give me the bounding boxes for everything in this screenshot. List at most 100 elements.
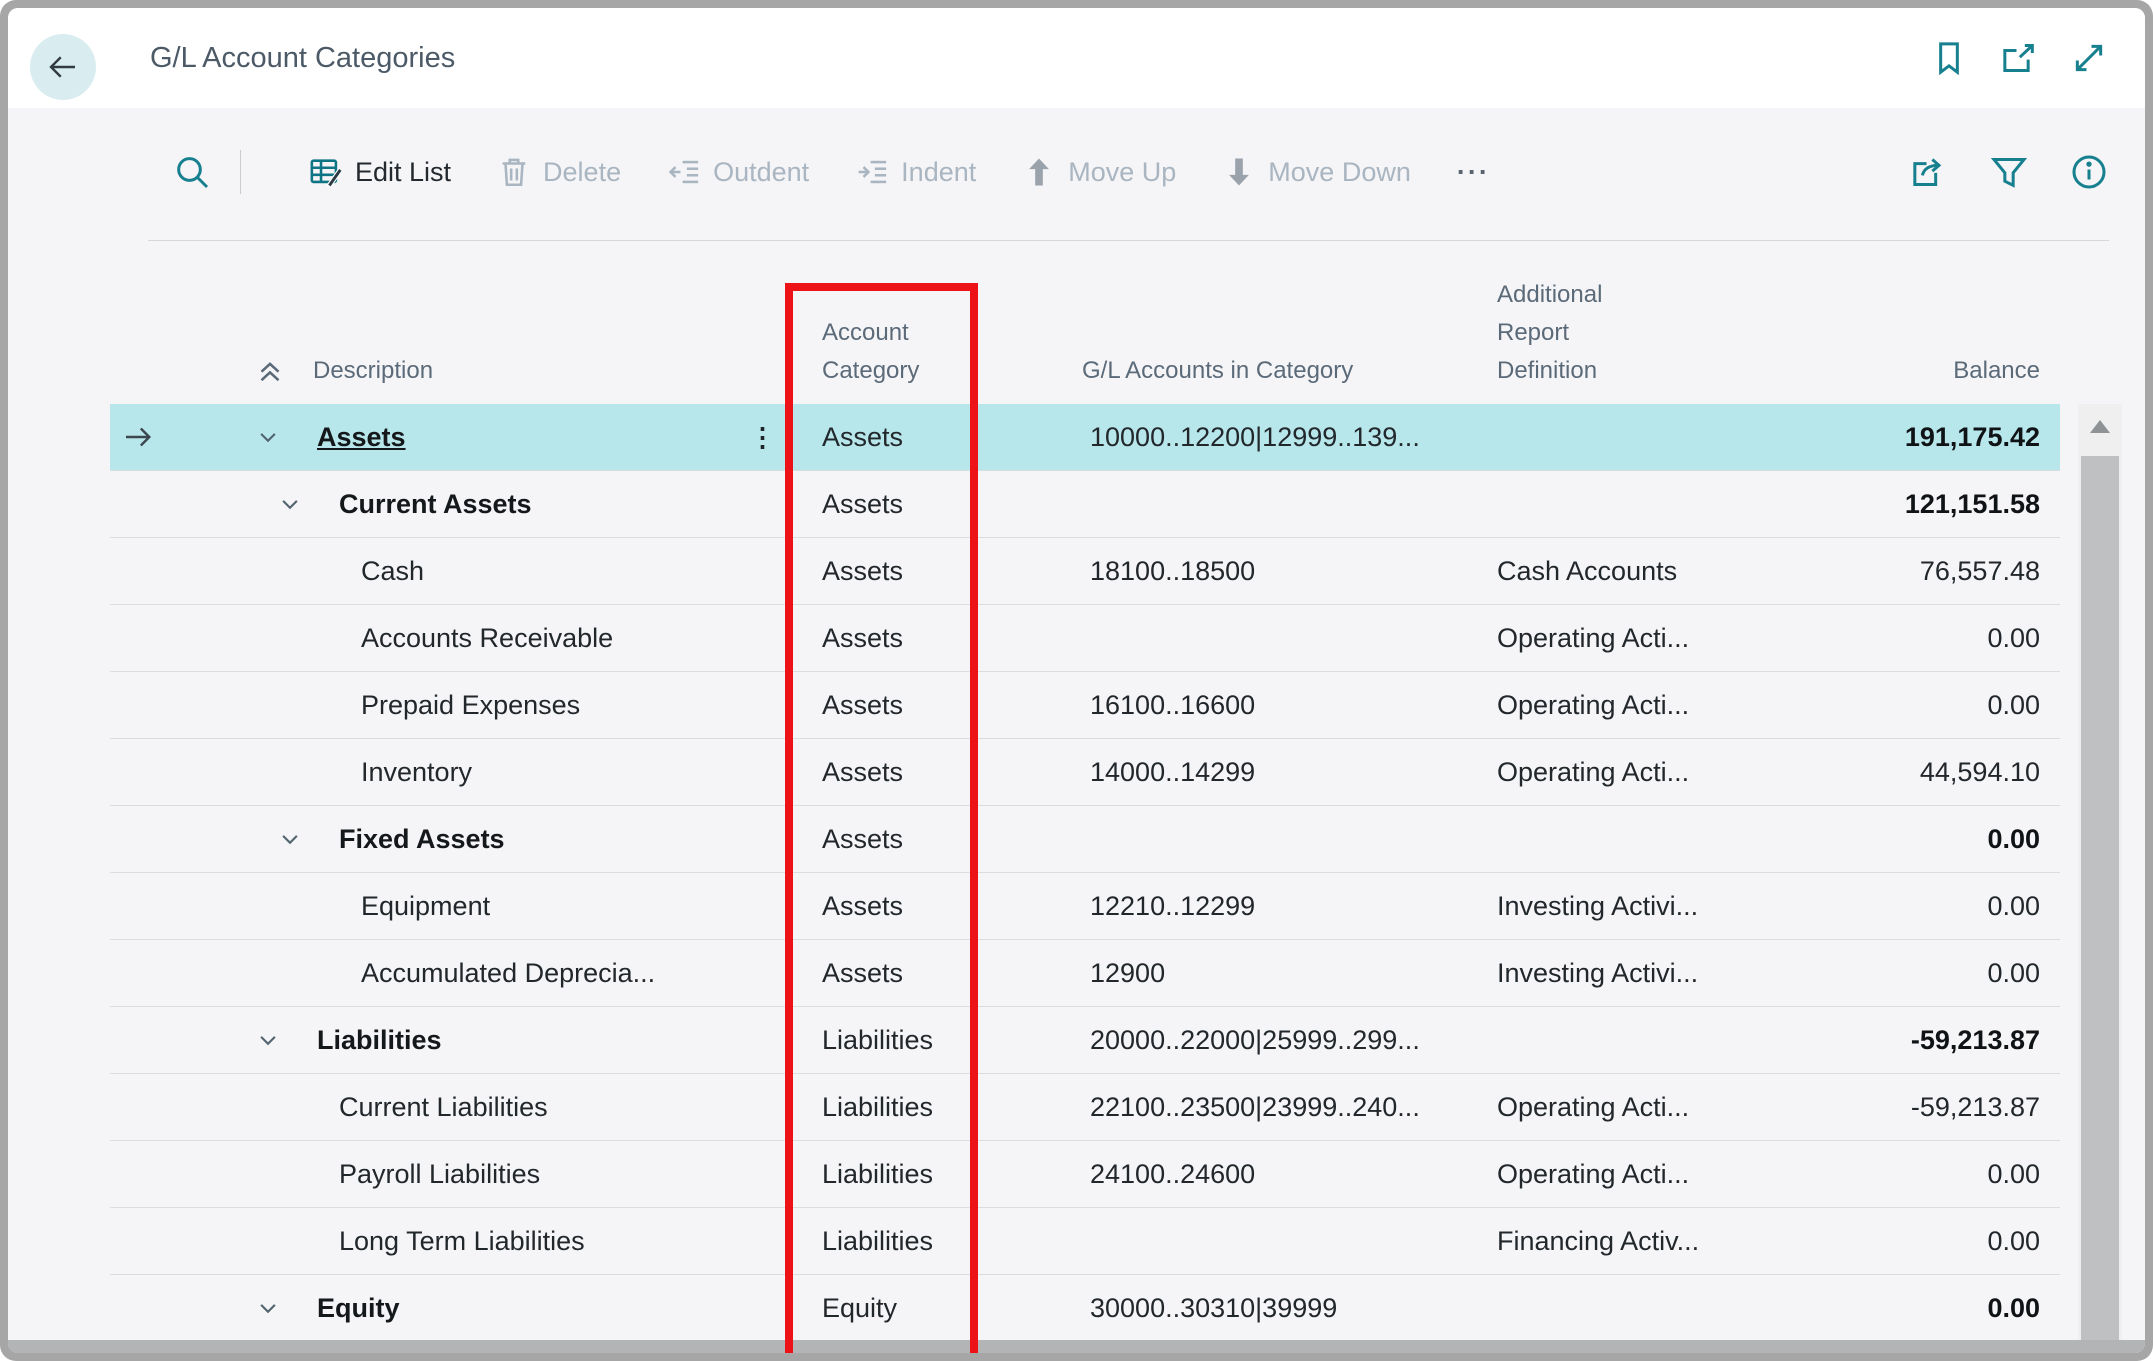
account-category-cell[interactable]: Assets bbox=[785, 690, 975, 721]
chevron-down-icon[interactable] bbox=[275, 824, 305, 854]
column-header-balance[interactable]: Balance bbox=[1790, 352, 2060, 404]
chevron-down-icon[interactable] bbox=[275, 489, 305, 519]
info-icon[interactable] bbox=[2069, 152, 2109, 192]
balance-cell[interactable]: 0.00 bbox=[1790, 1226, 2060, 1257]
account-category-cell[interactable]: Assets bbox=[785, 824, 975, 855]
toolbar-button-edit-list[interactable]: Edit List bbox=[309, 155, 451, 189]
toolbar-button-outdent[interactable]: Outdent bbox=[667, 155, 809, 189]
balance-cell[interactable]: 0.00 bbox=[1790, 891, 2060, 922]
scrollbar-thumb[interactable] bbox=[2081, 456, 2119, 1353]
report-definition-cell[interactable]: Financing Activ... bbox=[1460, 1226, 1790, 1257]
balance-cell[interactable]: -59,213.87 bbox=[1790, 1092, 2060, 1123]
gl-accounts-cell[interactable]: 24100..24600 bbox=[975, 1159, 1460, 1190]
description-cell[interactable]: Long Term Liabilities bbox=[165, 1224, 740, 1258]
description-cell[interactable]: Equity bbox=[165, 1291, 740, 1325]
table-row[interactable]: Prepaid Expenses Assets 16100..16600 Operat… bbox=[110, 672, 2060, 739]
filter-icon[interactable] bbox=[1989, 152, 2029, 192]
account-category-cell[interactable]: Assets bbox=[785, 623, 975, 654]
chevron-down-icon[interactable] bbox=[253, 1293, 283, 1323]
account-category-cell[interactable]: Assets bbox=[785, 422, 975, 453]
balance-cell[interactable]: 0.00 bbox=[1790, 1293, 2060, 1324]
share-icon[interactable] bbox=[1909, 152, 1949, 192]
gl-accounts-cell[interactable]: 22100..23500|23999..240... bbox=[975, 1092, 1460, 1123]
description-cell[interactable]: Current Assets bbox=[165, 487, 740, 521]
vertical-scrollbar[interactable] bbox=[2078, 404, 2122, 1353]
report-definition-cell[interactable]: Operating Acti... bbox=[1460, 1092, 1790, 1123]
description-cell[interactable]: Payroll Liabilities bbox=[165, 1157, 740, 1191]
report-definition-cell[interactable]: Operating Acti... bbox=[1460, 690, 1790, 721]
gl-accounts-cell[interactable]: 10000..12200|12999..139... bbox=[975, 422, 1460, 453]
gl-accounts-cell[interactable]: 16100..16600 bbox=[975, 690, 1460, 721]
balance-cell[interactable]: -59,213.87 bbox=[1790, 1025, 2060, 1056]
table-row[interactable]: Accounts Receivable Assets Operating Acti.… bbox=[110, 605, 2060, 672]
table-row[interactable]: Accumulated Deprecia... Assets 12900 Invest… bbox=[110, 940, 2060, 1007]
balance-cell[interactable]: 0.00 bbox=[1790, 623, 2060, 654]
open-in-new-window-icon[interactable] bbox=[1999, 38, 2039, 78]
balance-cell[interactable]: 121,151.58 bbox=[1790, 489, 2060, 520]
bookmark-icon[interactable] bbox=[1929, 38, 1969, 78]
balance-cell[interactable]: 0.00 bbox=[1790, 1159, 2060, 1190]
column-header-account-category[interactable]: Account Category bbox=[785, 314, 972, 404]
balance-cell[interactable]: 44,594.10 bbox=[1790, 757, 2060, 788]
description-cell[interactable]: Prepaid Expenses bbox=[165, 688, 740, 722]
description-cell[interactable]: Accounts Receivable bbox=[165, 621, 740, 655]
gl-accounts-cell[interactable]: 12210..12299 bbox=[975, 891, 1460, 922]
column-header-report-definition[interactable]: Additional Report Definition bbox=[1460, 276, 1657, 404]
table-row[interactable]: Assets ⋮ Assets 10000..12200|12999..139... 1… bbox=[110, 404, 2060, 471]
description-cell[interactable]: Equipment bbox=[165, 889, 740, 923]
search-icon[interactable] bbox=[172, 152, 212, 192]
table-row[interactable]: Inventory Assets 14000..14299 Operating Act… bbox=[110, 739, 2060, 806]
description-text[interactable]: Assets bbox=[317, 422, 406, 453]
gl-accounts-cell[interactable]: 20000..22000|25999..299... bbox=[975, 1025, 1460, 1056]
collapse-all-icon[interactable] bbox=[253, 354, 287, 388]
table-row[interactable]: Fixed Assets Assets 0.00 bbox=[110, 806, 2060, 873]
balance-cell[interactable]: 191,175.42 bbox=[1790, 422, 2060, 453]
table-row[interactable]: Current Assets Assets 121,151.58 bbox=[110, 471, 2060, 538]
account-category-cell[interactable]: Liabilities bbox=[785, 1092, 975, 1123]
back-button[interactable] bbox=[30, 34, 96, 100]
account-category-cell[interactable]: Assets bbox=[785, 489, 975, 520]
description-cell[interactable]: Assets bbox=[165, 420, 740, 454]
report-definition-cell[interactable]: Investing Activi... bbox=[1460, 958, 1790, 989]
gl-accounts-cell[interactable]: 14000..14299 bbox=[975, 757, 1460, 788]
toolbar-button-indent[interactable]: Indent bbox=[855, 155, 976, 189]
report-definition-cell[interactable]: Cash Accounts bbox=[1460, 556, 1790, 587]
toolbar-button-more-options[interactable]: ··· bbox=[1457, 157, 1490, 188]
account-category-cell[interactable]: Assets bbox=[785, 757, 975, 788]
chevron-down-icon[interactable] bbox=[253, 422, 283, 452]
scroll-up-arrow-icon[interactable] bbox=[2090, 420, 2110, 433]
description-cell[interactable]: Current Liabilities bbox=[165, 1090, 740, 1124]
toolbar-button-move-down[interactable]: Move Down bbox=[1222, 155, 1411, 189]
horizontal-scrollbar[interactable] bbox=[8, 1340, 2145, 1353]
table-row[interactable]: Payroll Liabilities Liabilities 24100..246… bbox=[110, 1141, 2060, 1208]
gl-accounts-cell[interactable]: 18100..18500 bbox=[975, 556, 1460, 587]
balance-cell[interactable]: 0.00 bbox=[1790, 824, 2060, 855]
account-category-cell[interactable]: Liabilities bbox=[785, 1159, 975, 1190]
description-cell[interactable]: Liabilities bbox=[165, 1023, 740, 1057]
description-cell[interactable]: Inventory bbox=[165, 755, 740, 789]
chevron-down-icon[interactable] bbox=[253, 1025, 283, 1055]
column-header-gl-accounts[interactable]: G/L Accounts in Category bbox=[975, 352, 1460, 404]
description-cell[interactable]: Accumulated Deprecia... bbox=[165, 956, 740, 990]
table-row[interactable]: Equipment Assets 12210..12299 Investing Act… bbox=[110, 873, 2060, 940]
table-row[interactable]: Current Liabilities Liabilities 22100..235… bbox=[110, 1074, 2060, 1141]
balance-cell[interactable]: 76,557.48 bbox=[1790, 556, 2060, 587]
report-definition-cell[interactable]: Investing Activi... bbox=[1460, 891, 1790, 922]
report-definition-cell[interactable]: Operating Acti... bbox=[1460, 1159, 1790, 1190]
table-row[interactable]: Cash Assets 18100..18500 Cash Accounts 76,55… bbox=[110, 538, 2060, 605]
column-header-description[interactable]: Description bbox=[165, 352, 740, 404]
balance-cell[interactable]: 0.00 bbox=[1790, 690, 2060, 721]
description-cell[interactable]: Cash bbox=[165, 554, 740, 588]
gl-accounts-cell[interactable]: 30000..30310|39999 bbox=[975, 1293, 1460, 1324]
account-category-cell[interactable]: Assets bbox=[785, 891, 975, 922]
gl-accounts-cell[interactable]: 12900 bbox=[975, 958, 1460, 989]
table-row[interactable]: Liabilities Liabilities 20000..22000|25999… bbox=[110, 1007, 2060, 1074]
report-definition-cell[interactable]: Operating Acti... bbox=[1460, 623, 1790, 654]
account-category-cell[interactable]: Liabilities bbox=[785, 1025, 975, 1056]
row-more-options-button[interactable]: ⋮ bbox=[750, 424, 776, 450]
account-category-cell[interactable]: Assets bbox=[785, 958, 975, 989]
toolbar-button-delete[interactable]: Delete bbox=[497, 155, 621, 189]
toolbar-button-move-up[interactable]: Move Up bbox=[1022, 155, 1176, 189]
table-row[interactable]: Equity Equity 30000..30310|39999 0.00 bbox=[110, 1275, 2060, 1342]
balance-cell[interactable]: 0.00 bbox=[1790, 958, 2060, 989]
